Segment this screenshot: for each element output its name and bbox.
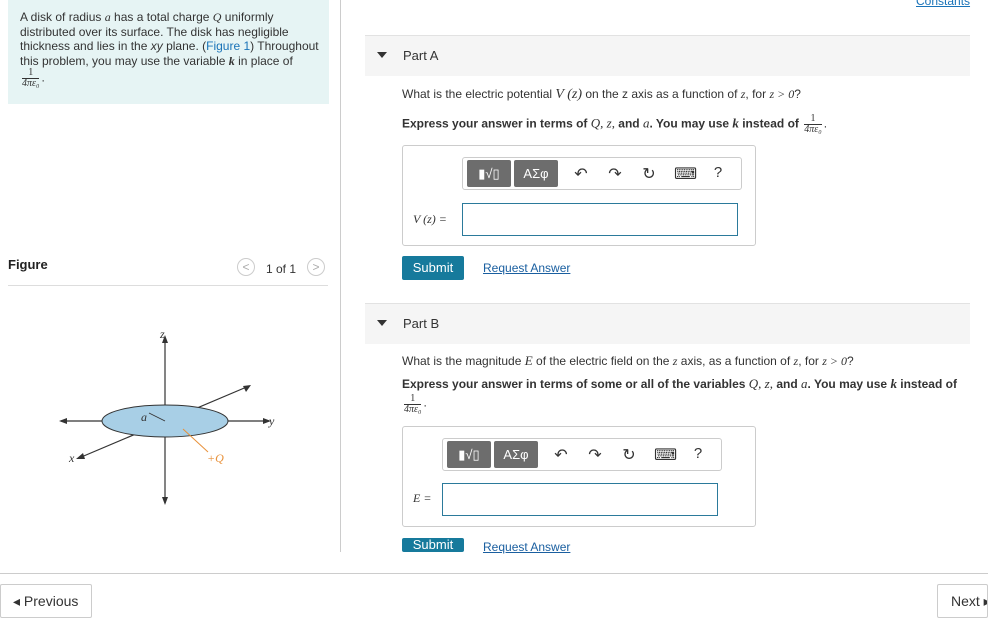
frac-den: 4πε₀ <box>804 124 822 135</box>
intro-text: A disk of radius <box>20 10 105 24</box>
x-arrowhead <box>76 453 85 459</box>
problem-intro: A disk of radius a has a total charge Q … <box>8 0 329 104</box>
instructions-text: . <box>823 116 828 131</box>
instructions-text: . You may use <box>649 116 733 131</box>
part-a-instructions: Express your answer in terms of Q, z, an… <box>402 114 827 135</box>
problem-text: A disk of radius a has a total charge Q … <box>20 10 320 89</box>
intro-text: has a total charge <box>110 10 213 24</box>
previous-button[interactable]: ◂ Previous <box>0 584 92 618</box>
templates-button[interactable]: ▮√▯ <box>447 441 491 468</box>
request-answer-link[interactable]: Request Answer <box>483 261 570 275</box>
question-text: What is the magnitude <box>402 354 525 368</box>
intro-text: in place of <box>234 53 293 68</box>
answer-input[interactable] <box>462 203 738 236</box>
instructions-text: and <box>614 116 643 131</box>
instructions-vars: Q, z, <box>748 376 773 391</box>
radius-label: a <box>141 410 147 424</box>
question-text: ? <box>846 354 854 368</box>
instructions-text: instead of <box>738 116 799 131</box>
help-icon[interactable]: ? <box>688 445 708 462</box>
figure-counter: 1 of 1 <box>266 262 297 276</box>
question-text: , for <box>745 87 770 101</box>
intro-text: plane. ( <box>162 39 207 53</box>
question-text: of the electric field on the <box>532 354 673 368</box>
collapse-triangle-icon <box>377 320 387 326</box>
frac-den: 4πε₀ <box>404 404 422 415</box>
answer-label: E = <box>413 491 432 505</box>
answer-input[interactable] <box>442 483 718 516</box>
undo-icon[interactable]: ↶ <box>571 164 591 184</box>
constants-link[interactable]: Constants <box>916 0 970 8</box>
question-text: What is the electric potential <box>402 87 556 101</box>
figure-link[interactable]: Figure 1 <box>206 39 250 53</box>
figure-next-button[interactable]: > <box>307 258 325 276</box>
footer-rule <box>0 573 988 574</box>
question-var: V (z) <box>555 87 582 102</box>
part-a-label: Part A <box>403 48 439 63</box>
charge-label: +Q <box>207 451 224 465</box>
y-arrowhead-left <box>59 418 67 424</box>
question-condition: z > 0 <box>769 87 795 101</box>
question-condition: z > 0 <box>822 354 847 368</box>
part-b-question: What is the magnitude E of the electric … <box>402 353 854 369</box>
math-toolbar: ▮√▯ ΑΣφ ↶ ↷ ↻ ⌨ ? <box>462 157 742 190</box>
question-text: on the z axis as a function of <box>581 87 741 101</box>
question-var: E <box>524 353 533 368</box>
redo-icon[interactable]: ↷ <box>585 445 605 465</box>
instructions-text: . You may use <box>807 377 891 391</box>
frac-den: 4πε₀ <box>22 78 40 89</box>
figure-rule <box>8 285 328 286</box>
question-text: ? <box>794 87 801 101</box>
one-over-four-pi-epsilon: 1 4πε₀ <box>804 114 822 135</box>
redo-icon[interactable]: ↷ <box>605 164 625 184</box>
symbols-button[interactable]: ΑΣφ <box>514 160 558 187</box>
question-text: axis, as a function of <box>677 354 794 368</box>
y-label: y <box>268 414 275 428</box>
one-over-four-pi-epsilon: 1 4πε₀ <box>404 394 422 415</box>
z-label: z <box>159 327 165 341</box>
x-label: x <box>68 451 75 465</box>
submit-button[interactable]: Submit <box>402 256 464 280</box>
answer-label: V (z) = <box>413 212 447 226</box>
part-a-header[interactable]: Part A <box>365 35 970 76</box>
instructions-text: . <box>423 395 427 410</box>
reset-icon[interactable]: ↻ <box>639 164 659 184</box>
chevron-right-icon: > <box>312 260 320 274</box>
symbols-button[interactable]: ΑΣφ <box>494 441 538 468</box>
instructions-text: instead of <box>896 377 957 391</box>
reset-icon[interactable]: ↻ <box>619 445 639 465</box>
undo-icon[interactable]: ↶ <box>551 445 571 465</box>
chevron-left-icon: < <box>242 260 250 274</box>
part-b-label: Part B <box>403 316 440 331</box>
one-over-four-pi-epsilon: 1 4πε₀ <box>22 68 40 89</box>
instructions-vars: Q, z, <box>590 115 615 131</box>
keyboard-icon[interactable]: ⌨ <box>674 164 697 184</box>
part-a-question: What is the electric potential V (z) on … <box>402 87 801 103</box>
figure-title: Figure <box>8 257 48 272</box>
intro-text: . <box>41 70 45 85</box>
instructions-text: Express your answer in terms of some or … <box>402 377 749 391</box>
part-b-answer-box: ▮√▯ ΑΣφ ↶ ↷ ↻ ⌨ ? E = <box>402 426 756 527</box>
part-b-instructions: Express your answer in terms of some or … <box>402 376 962 415</box>
plane-xy: xy <box>150 39 163 53</box>
instructions-text: Express your answer in terms of <box>402 116 591 131</box>
help-icon[interactable]: ? <box>708 164 728 181</box>
z-arrowhead-down <box>162 497 168 505</box>
panel-divider <box>340 0 341 552</box>
submit-button[interactable]: Submit <box>402 538 464 552</box>
request-answer-link[interactable]: Request Answer <box>483 540 570 554</box>
keyboard-icon[interactable]: ⌨ <box>654 445 677 465</box>
part-a-answer-box: ▮√▯ ΑΣφ ↶ ↷ ↻ ⌨ ? V (z) = <box>402 145 756 246</box>
next-button[interactable]: Next ▸ <box>937 584 988 618</box>
figure-prev-button[interactable]: < <box>237 258 255 276</box>
instructions-text: and <box>773 377 802 391</box>
question-text: , for <box>798 354 823 368</box>
collapse-triangle-icon <box>377 52 387 58</box>
submit-label: Submit <box>412 538 454 552</box>
templates-button[interactable]: ▮√▯ <box>467 160 511 187</box>
part-b-header[interactable]: Part B <box>365 303 970 344</box>
disk-figure: z y x a +Q <box>59 327 275 505</box>
math-toolbar: ▮√▯ ΑΣφ ↶ ↷ ↻ ⌨ ? <box>442 438 722 471</box>
